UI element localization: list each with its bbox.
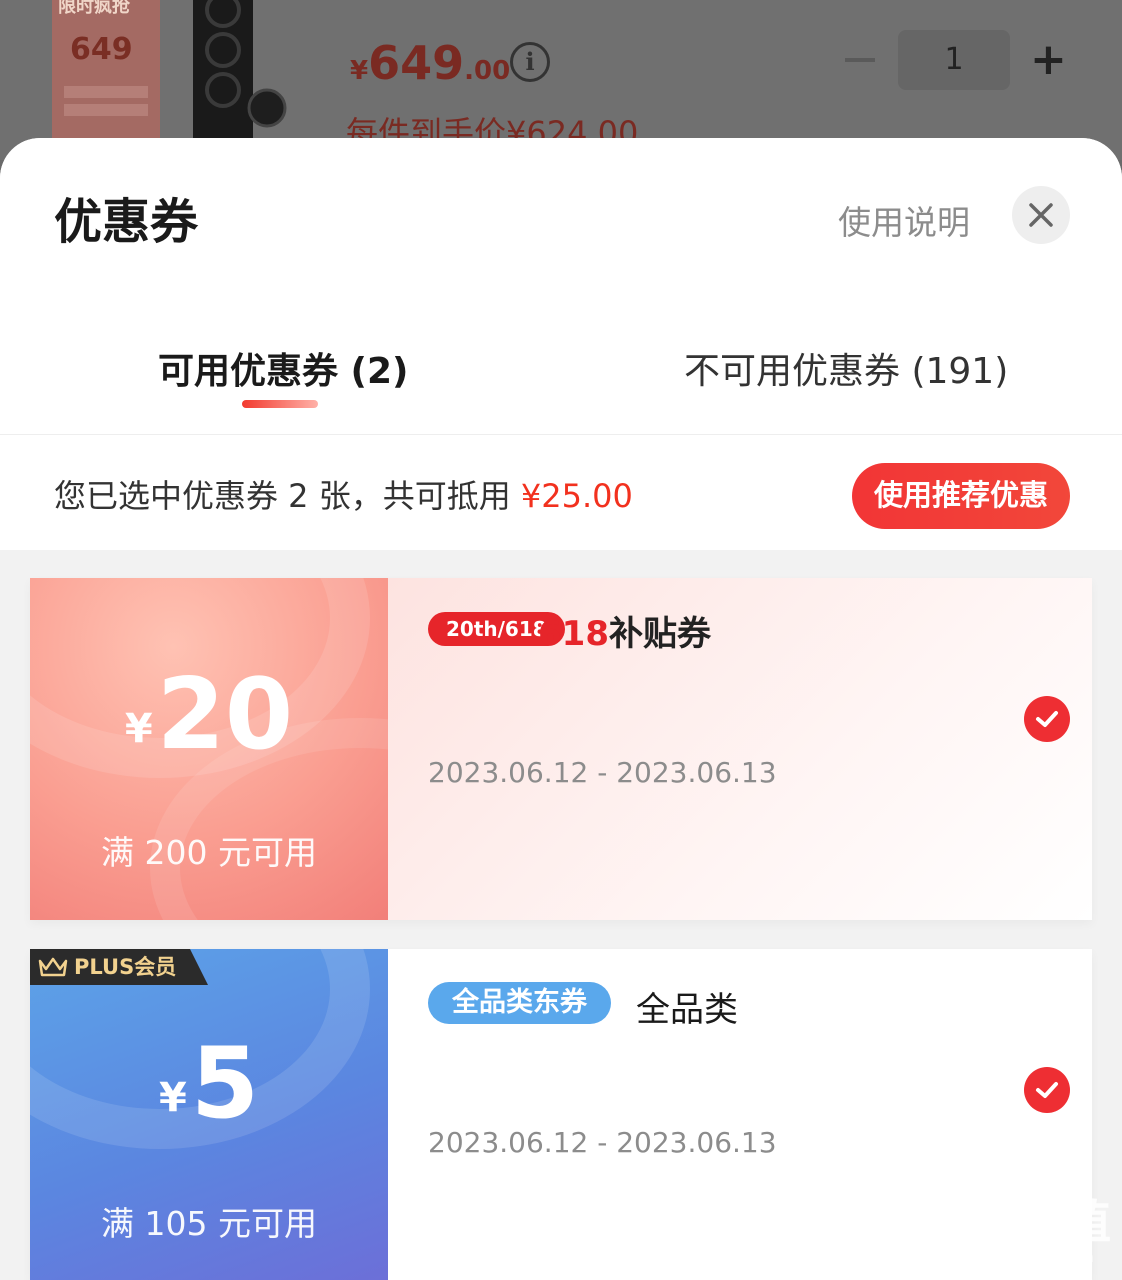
coupon-badge: 全品类东券 bbox=[428, 982, 611, 1024]
coupon-value: ¥20 bbox=[124, 658, 294, 772]
coupon-condition: 满 105 元可用 bbox=[101, 1204, 317, 1243]
coupon-value: ¥5 bbox=[158, 1027, 260, 1141]
check-icon[interactable] bbox=[1024, 696, 1070, 742]
coupon-value-panel: PLUS会员 ¥5 满 105 元可用 bbox=[30, 949, 388, 1280]
crown-icon bbox=[38, 957, 68, 977]
coupon-date-range: 2023.06.12 - 2023.06.13 bbox=[428, 756, 777, 789]
coupon-detail-panel: 20th/618 618补贴券 2023.06.12 - 2023.06.13 bbox=[388, 578, 1092, 920]
product-thumbnail: 限时疯抢 649 bbox=[52, 0, 160, 150]
coupon-sheet: 优惠券 使用说明 可用优惠券 (2) 不可用优惠券 (191) 您已选中优惠券 … bbox=[0, 138, 1122, 1280]
close-icon bbox=[1029, 203, 1053, 227]
minus-icon[interactable] bbox=[845, 58, 875, 62]
coupon-card[interactable]: PLUS会员 ¥5 满 105 元可用 全品类东券 全品类 2023.06.12… bbox=[30, 949, 1092, 1280]
watermark: 值值值 zhizhizhi.com bbox=[968, 1196, 1118, 1266]
info-icon[interactable]: i bbox=[510, 42, 550, 82]
coupon-title: 618补贴券 bbox=[538, 614, 711, 654]
plus-member-tag: PLUS会员 bbox=[30, 949, 208, 985]
tab-available-coupons[interactable]: 可用优惠券 (2) bbox=[158, 342, 409, 394]
background-product-row: 限时疯抢 649 ¥649.00 i 每件到手价¥624.00 1 + bbox=[0, 0, 1122, 160]
coupon-date-range: 2023.06.12 - 2023.06.13 bbox=[428, 1126, 777, 1159]
watermark-logo: 值值值 bbox=[977, 1195, 1111, 1249]
watermark-url: zhizhizhi.com bbox=[992, 1248, 1094, 1266]
active-tab-indicator bbox=[242, 400, 318, 408]
quantity-input[interactable]: 1 bbox=[898, 30, 1010, 90]
usage-instructions-link[interactable]: 使用说明 bbox=[838, 196, 970, 244]
coupon-value-panel: ¥20 满 200 元可用 bbox=[30, 578, 388, 920]
coupon-title: 全品类 bbox=[636, 990, 738, 1030]
product-price: ¥649.00 bbox=[350, 36, 511, 90]
coupon-condition: 满 200 元可用 bbox=[101, 833, 317, 872]
thumb-banner: 限时疯抢 bbox=[58, 0, 130, 17]
sheet-header: 优惠券 使用说明 可用优惠券 (2) 不可用优惠券 (191) bbox=[0, 138, 1122, 434]
selection-summary: 您已选中优惠券 2 张，共可抵用 ¥25.00 使用推荐优惠 bbox=[0, 434, 1122, 550]
close-button[interactable] bbox=[1012, 186, 1070, 244]
summary-amount: ¥25.00 bbox=[520, 477, 633, 515]
thumb-price: 649 bbox=[70, 32, 133, 67]
sheet-title: 优惠券 bbox=[54, 194, 199, 250]
plus-icon[interactable]: + bbox=[1030, 38, 1067, 82]
coupon-card[interactable]: ¥20 满 200 元可用 20th/618 618补贴券 2023.06.12… bbox=[30, 578, 1092, 920]
use-recommended-button[interactable]: 使用推荐优惠 bbox=[852, 463, 1070, 529]
product-image bbox=[193, 0, 287, 150]
summary-text: 您已选中优惠券 2 张，共可抵用 ¥25.00 bbox=[54, 477, 633, 515]
tab-unavailable-coupons[interactable]: 不可用优惠券 (191) bbox=[684, 342, 1008, 394]
check-icon[interactable] bbox=[1024, 1067, 1070, 1113]
